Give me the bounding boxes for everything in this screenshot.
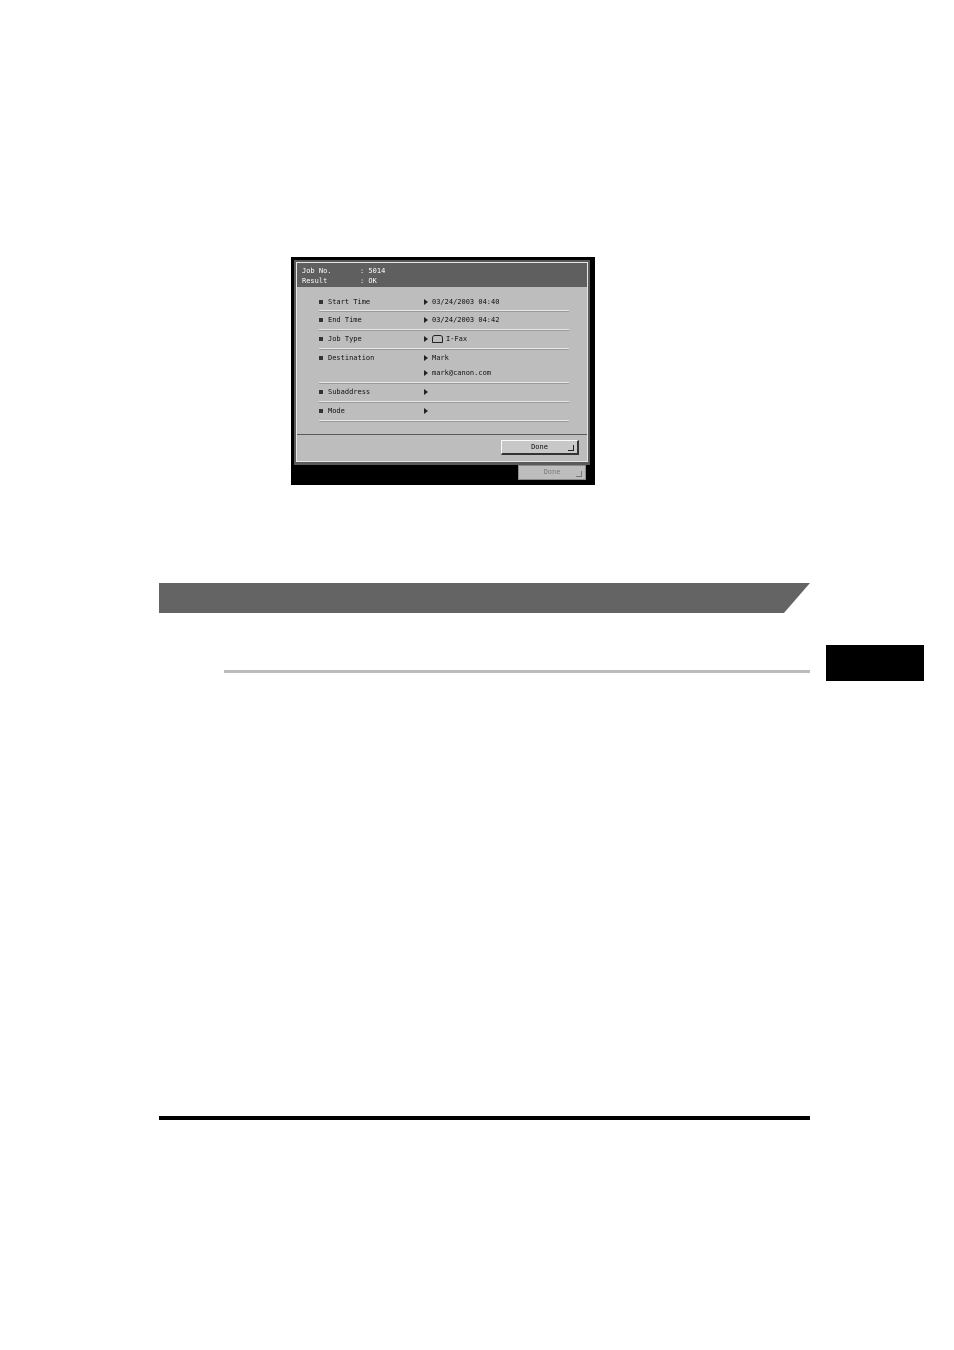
- end-time-label: End Time: [328, 316, 362, 324]
- bullet-icon: [319, 409, 323, 413]
- detail-list: Start Time 03/24/2003 04:40 End Time 03/…: [319, 293, 569, 421]
- done-button[interactable]: Done: [501, 440, 579, 455]
- section-heading-bar: [159, 583, 810, 613]
- end-time-value: 03/24/2003 04:42: [432, 316, 500, 324]
- job-type-label-wrap: Job Type: [319, 335, 362, 343]
- panel-divider: [297, 434, 587, 435]
- subaddress-row: Subaddress: [319, 383, 569, 402]
- arrow-right-icon: [424, 336, 428, 342]
- destination-row: Destination Mark mark@canon.com: [319, 349, 569, 383]
- job-detail-panel: Job No. : 5014 Result : OK Start Time 03/2…: [296, 262, 588, 462]
- destination-label-wrap: Destination: [319, 354, 374, 362]
- done-button-label: Done: [531, 443, 548, 451]
- enter-corner-icon: [568, 445, 574, 451]
- end-time-value-wrap: 03/24/2003 04:42: [424, 316, 499, 324]
- job-type-row: Job Type I-Fax: [319, 330, 569, 349]
- arrow-right-icon: [424, 408, 428, 414]
- bullet-icon: [319, 300, 323, 304]
- result-label: Result: [302, 277, 328, 285]
- subaddress-label-wrap: Subaddress: [319, 388, 370, 396]
- subaddress-label: Subaddress: [328, 388, 371, 396]
- bullet-icon: [319, 318, 323, 322]
- result-value: : OK: [360, 277, 377, 285]
- job-detail-header: Job No. : 5014 Result : OK: [297, 263, 587, 287]
- ifax-icon: [432, 335, 443, 343]
- job-no-value: : 5014: [360, 267, 386, 275]
- arrow-right-icon: [424, 389, 428, 395]
- start-time-label-wrap: Start Time: [319, 298, 370, 306]
- chapter-index-tab: [826, 645, 924, 681]
- enter-corner-icon: [576, 471, 582, 477]
- mode-row: Mode: [319, 402, 569, 421]
- result-row: Result : OK: [302, 276, 377, 286]
- arrow-right-icon: [424, 355, 428, 361]
- end-time-row: End Time 03/24/2003 04:42: [319, 311, 569, 330]
- destination-name: Mark: [432, 354, 449, 362]
- subaddress-value-wrap: [424, 388, 432, 396]
- destination-name-wrap: Mark: [424, 354, 449, 362]
- start-time-value: 03/24/2003 04:40: [432, 298, 500, 306]
- start-time-row: Start Time 03/24/2003 04:40: [319, 293, 569, 311]
- footer-rule: [159, 1116, 810, 1120]
- mode-label-wrap: Mode: [319, 407, 345, 415]
- start-time-value-wrap: 03/24/2003 04:40: [424, 298, 499, 306]
- destination-address: mark@canon.com: [432, 369, 492, 377]
- bullet-icon: [319, 356, 323, 360]
- destination-address-wrap: mark@canon.com: [424, 369, 491, 377]
- destination-label: Destination: [328, 354, 375, 362]
- job-type-value-wrap: I-Fax: [424, 335, 467, 343]
- job-no-label: Job No.: [302, 267, 332, 275]
- start-time-label: Start Time: [328, 298, 371, 306]
- job-type-value: I-Fax: [446, 335, 468, 343]
- mode-value-wrap: [424, 407, 432, 415]
- arrow-right-icon: [424, 299, 428, 305]
- job-type-label: Job Type: [328, 335, 362, 343]
- screen-frame: Job No. : 5014 Result : OK Start Time 03/2…: [294, 260, 590, 465]
- job-no-row: Job No. : 5014: [302, 266, 385, 276]
- bullet-icon: [319, 390, 323, 394]
- background-done-label: Done: [543, 468, 561, 476]
- arrow-right-icon: [424, 370, 428, 376]
- end-time-label-wrap: End Time: [319, 316, 362, 324]
- subsection-rule: [224, 670, 810, 673]
- arrow-right-icon: [424, 317, 428, 323]
- background-done-button: Done: [518, 465, 586, 480]
- bullet-icon: [319, 337, 323, 341]
- job-detail-screenshot: Job No. : 5014 Result : OK Start Time 03/2…: [291, 257, 595, 485]
- mode-label: Mode: [328, 407, 345, 415]
